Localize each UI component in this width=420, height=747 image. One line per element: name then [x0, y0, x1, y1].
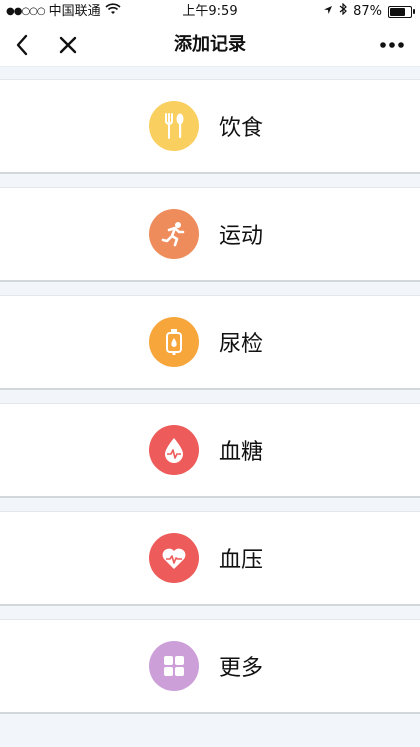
battery-icon — [388, 6, 415, 18]
nav-bar: 添加记录 — [0, 24, 420, 67]
record-item-label: 运动 — [218, 224, 263, 249]
page-title: 添加记录 — [174, 34, 246, 55]
exercise-icon-circle — [148, 209, 199, 259]
more-dots-icon — [380, 42, 404, 48]
running-icon — [161, 222, 185, 247]
record-item-label: 血压 — [218, 548, 263, 573]
bluetooth-icon — [339, 0, 347, 24]
location-icon — [323, 0, 333, 24]
status-bar: ●●○○○ 中国联通 上午9:59 87% — [0, 0, 420, 24]
battery-percent: 87% — [353, 4, 382, 19]
fork-knife-icon — [164, 113, 184, 139]
record-item-label: 更多 — [218, 656, 263, 681]
record-item-label: 尿检 — [218, 332, 263, 357]
heart-pulse-icon — [162, 548, 186, 569]
record-item-label: 血糖 — [218, 440, 263, 465]
urine-test-icon-circle — [148, 317, 199, 367]
blood-drop-icon — [164, 438, 183, 463]
record-item-exercise[interactable]: 运动 — [0, 187, 420, 282]
record-item-more[interactable]: 更多 — [0, 619, 420, 714]
record-item-label: 饮食 — [218, 116, 263, 141]
record-item-urine-test[interactable]: 尿检 — [0, 295, 420, 390]
record-item-diet[interactable]: 饮食 — [0, 79, 420, 174]
record-item-blood-pressure[interactable]: 血压 — [0, 511, 420, 606]
grid-icon — [163, 656, 184, 676]
record-type-list: 饮食 运动 尿检 血糖 血压 更多 — [0, 67, 420, 714]
more-button[interactable] — [368, 24, 416, 66]
record-item-blood-sugar[interactable]: 血糖 — [0, 403, 420, 498]
diet-icon-circle — [148, 101, 199, 151]
blood-sugar-icon-circle — [148, 425, 199, 475]
blood-pressure-icon-circle — [148, 533, 199, 583]
urine-bag-icon — [165, 329, 182, 355]
more-icon-circle — [148, 641, 199, 691]
